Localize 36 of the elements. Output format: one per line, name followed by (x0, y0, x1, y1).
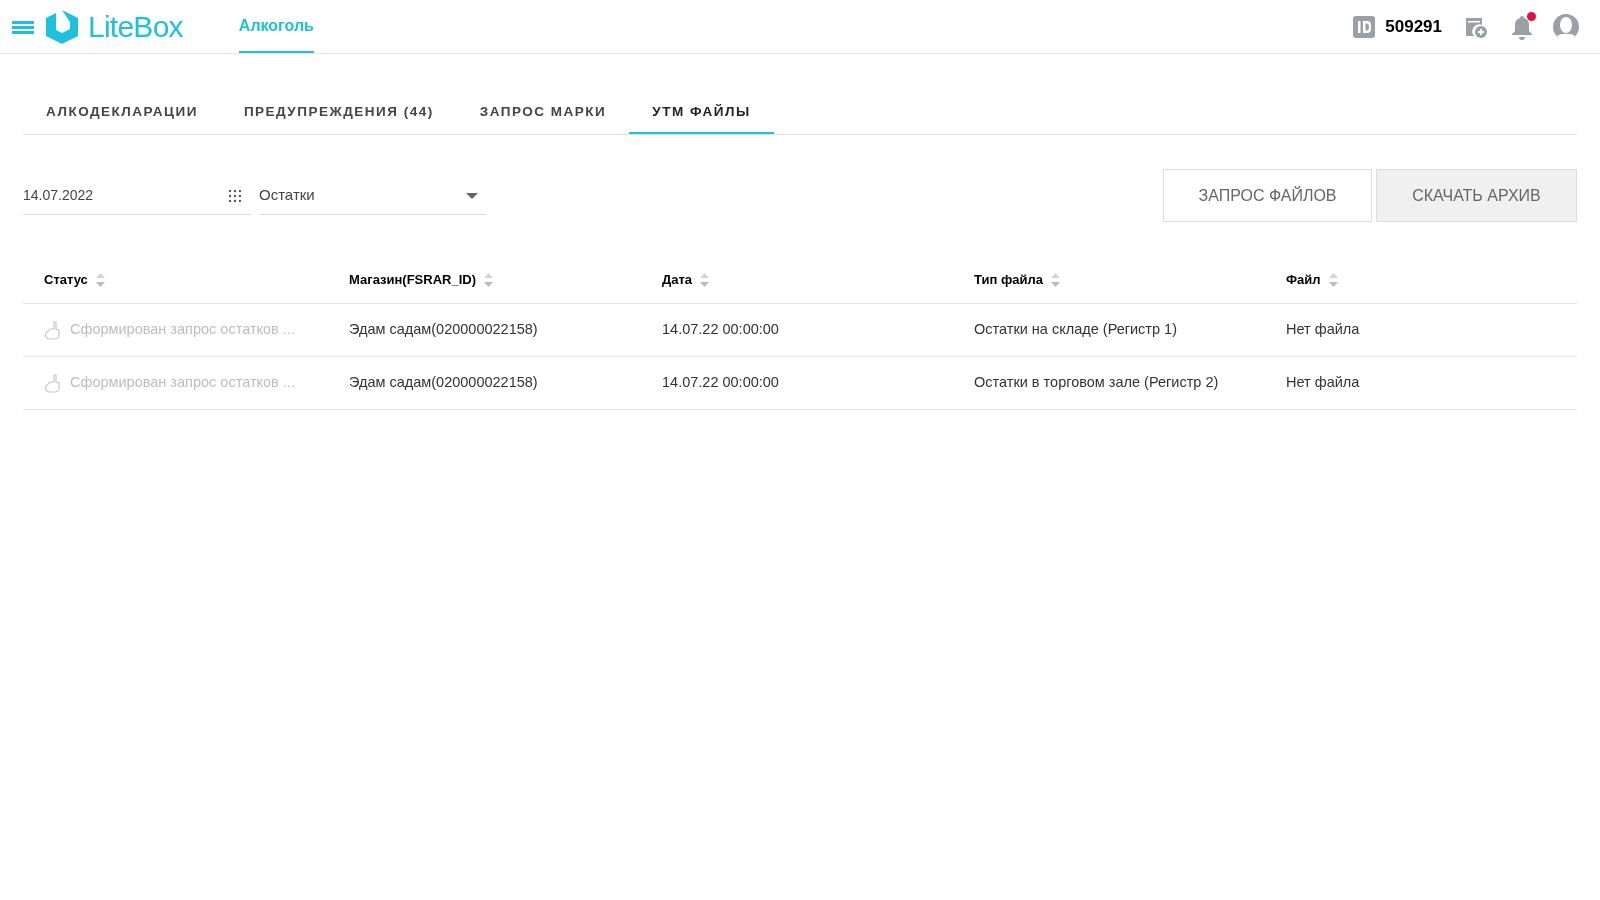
column-header[interactable]: Дата (662, 269, 693, 290)
status-text: Сформирован запрос остатков ... (70, 320, 295, 340)
date-field[interactable]: 14.07.2022 (23, 177, 251, 215)
status-text: Сформирован запрос остатков ... (70, 373, 295, 393)
user-avatar-icon[interactable] (1552, 12, 1580, 41)
sort-icon[interactable] (1328, 272, 1338, 287)
table-cell: Нет файла (1286, 321, 1360, 338)
column-header[interactable]: Статус (44, 269, 88, 290)
table-cell: 14.07.22 00:00:00 (662, 374, 779, 391)
bell-icon[interactable] (1510, 13, 1534, 40)
tab[interactable]: УТМ ФАЙЛЫ (629, 92, 774, 134)
sort-icon[interactable] (95, 272, 105, 287)
id-icon (1353, 15, 1376, 38)
caret-icon (466, 192, 478, 199)
sort-icon[interactable] (700, 272, 710, 287)
menu-icon[interactable] (12, 19, 34, 34)
column-header[interactable]: Тип файла (974, 269, 1043, 290)
table-cell: Нет файла (1286, 374, 1360, 391)
column-header[interactable]: Файл (1286, 269, 1321, 290)
file-type-dropdown[interactable]: Остатки (259, 177, 486, 215)
sort-icon[interactable] (484, 272, 493, 287)
calendar-grid-icon[interactable] (229, 189, 241, 202)
action-button[interactable]: ЗАПРОС ФАЙЛОВ (1163, 169, 1372, 222)
tab[interactable]: ПРЕДУПРЕЖДЕНИЯ (44) (220, 92, 457, 134)
account-id: 509291 (1385, 15, 1442, 38)
table-cell: Эдам садам(020000022158) (349, 374, 538, 391)
table-cell: Эдам садам(020000022158) (349, 321, 538, 338)
table-cell: Остатки в торговом зале (Регистр 2) (974, 374, 1219, 391)
sort-icon[interactable] (1051, 272, 1060, 287)
tab[interactable]: АЛКОДЕКЛАРАЦИИ (23, 92, 221, 134)
column-header[interactable]: Магазин(FSRAR_ID) (349, 269, 476, 290)
logo-text: LiteBox (88, 9, 183, 45)
cube-logo-icon (46, 9, 78, 44)
table-cell: 14.07.22 00:00:00 (662, 321, 779, 338)
table-cell: Остатки на складе (Регистр 1) (974, 321, 1177, 338)
tab[interactable]: ЗАПРОС МАРКИ (456, 92, 630, 134)
